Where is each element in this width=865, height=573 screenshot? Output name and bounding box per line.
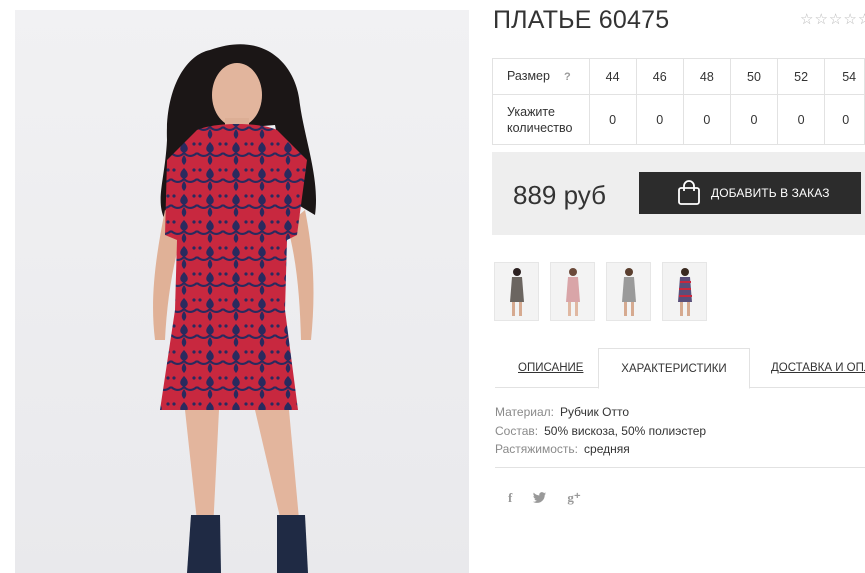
quantity-input[interactable]: 0 [588, 94, 637, 145]
thumbnail-image [509, 268, 524, 316]
product-tabs: ОПИСАНИЕ ХАРАКТЕРИСТИКИ ДОСТАВКА И ОПЛАТ… [495, 348, 865, 389]
spec-value: Рубчик Отто [559, 405, 629, 419]
google-plus-icon[interactable]: g⁺ [567, 490, 580, 506]
star-outline-icon[interactable]: ☆ [800, 10, 813, 28]
size-row: Размер? 44 46 48 50 52 54 [492, 58, 865, 95]
size-cell: 48 [682, 58, 731, 95]
product-photo[interactable] [15, 10, 469, 573]
spec-row: Материал: Рубчик Отто [495, 403, 706, 422]
thumbnail[interactable] [494, 262, 539, 321]
thumbnail-image [677, 268, 692, 316]
star-outline-icon[interactable]: ☆ [814, 10, 827, 28]
product-title: ПЛАТЬЕ 60475 [493, 6, 670, 34]
quantity-label: Укажите количество [492, 94, 590, 145]
size-quantity-table: Размер? 44 46 48 50 52 54 Укажите количе… [492, 58, 865, 145]
size-cell: 44 [588, 58, 637, 95]
size-cell: 54 [824, 58, 865, 95]
thumbnail[interactable] [662, 262, 707, 321]
tab-description-label: ОПИСАНИЕ [518, 362, 584, 374]
divider [495, 467, 865, 468]
product-photo-illustration [153, 44, 317, 573]
spec-row: Растяжимость: средняя [495, 440, 706, 459]
spec-value: средняя [584, 442, 630, 456]
facebook-icon[interactable]: f [508, 490, 512, 506]
quantity-row: Укажите количество 0 0 0 0 0 0 [492, 94, 865, 145]
quantity-input[interactable]: 0 [777, 94, 826, 145]
tab-delivery-payment[interactable]: ДОСТАВКА И ОПЛАТА [771, 348, 865, 388]
star-outline-icon[interactable]: ☆ [829, 10, 842, 28]
quantity-input[interactable]: 0 [824, 94, 865, 145]
twitter-icon[interactable] [532, 492, 547, 504]
size-cell: 50 [729, 58, 779, 95]
quantity-input[interactable]: 0 [635, 94, 684, 145]
spec-key: Материал: [495, 405, 554, 419]
quantity-input[interactable]: 0 [682, 94, 731, 145]
thumbnail-image [621, 268, 636, 316]
shopping-bag-icon [677, 180, 701, 206]
size-cell: 52 [777, 58, 826, 95]
star-outline-icon[interactable]: ☆ [858, 10, 865, 28]
thumbnail-strip [494, 262, 707, 321]
size-label-cell: Размер? [492, 58, 590, 95]
quantity-input[interactable]: 0 [729, 94, 779, 145]
price-panel: 889 руб ДОБАВИТЬ В ЗАКАЗ [492, 152, 865, 235]
spec-row: Состав: 50% вискоза, 50% полиэстер [495, 422, 706, 441]
spec-list: Материал: Рубчик Отто Состав: 50% вискоза,… [495, 403, 706, 459]
thumbnail[interactable] [550, 262, 595, 321]
tab-description[interactable]: ОПИСАНИЕ [518, 348, 583, 388]
size-help-icon[interactable]: ? [564, 71, 571, 83]
thumbnail-image [565, 268, 580, 316]
social-share: f g⁺ [508, 490, 581, 506]
star-outline-icon[interactable]: ☆ [843, 10, 856, 28]
thumbnail[interactable] [606, 262, 651, 321]
rating-stars[interactable]: ☆ ☆ ☆ ☆ ☆ [800, 10, 865, 28]
tab-characteristics[interactable]: ХАРАКТЕРИСТИКИ [598, 348, 750, 389]
spec-key: Растяжимость: [495, 442, 579, 456]
spec-key: Состав: [495, 423, 539, 438]
add-to-order-label: ДОБАВИТЬ В ЗАКАЗ [711, 186, 830, 200]
tab-delivery-payment-label: ДОСТАВКА И ОПЛАТА [771, 362, 865, 374]
size-cell: 46 [635, 58, 684, 95]
tab-characteristics-label: ХАРАКТЕРИСТИКИ [621, 363, 727, 375]
price: 889 руб [513, 180, 606, 210]
add-to-order-button[interactable]: ДОБАВИТЬ В ЗАКАЗ [639, 172, 861, 214]
spec-value: 50% вискоза, 50% полиэстер [544, 423, 707, 438]
size-label: Размер [507, 69, 550, 83]
